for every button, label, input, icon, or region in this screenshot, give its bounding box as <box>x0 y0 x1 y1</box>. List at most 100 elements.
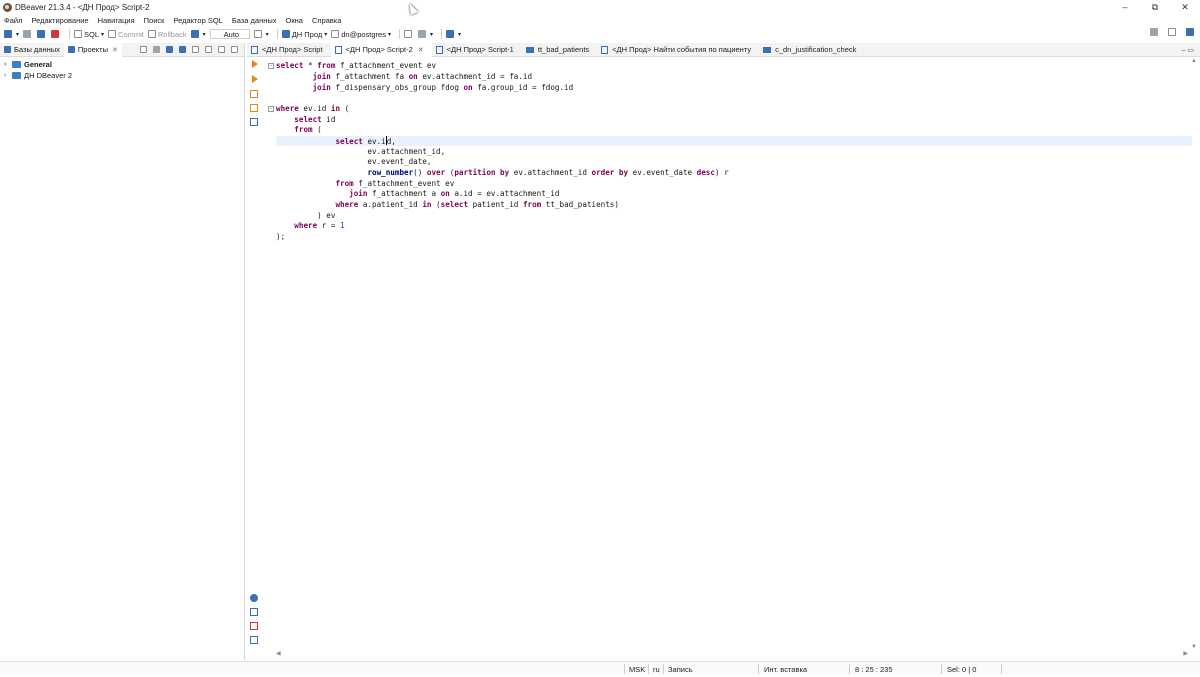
active-schema-selector[interactable]: dn@postgres ▾ <box>331 28 391 40</box>
menu-database[interactable]: База данных <box>232 16 277 25</box>
title-bar: DBeaver 21.3.4 - <ДН Прод> Script-2 – ⧉ … <box>0 0 1200 14</box>
scroll-left-icon[interactable]: ◀ <box>276 650 281 657</box>
tree-item-label: ДН DBeaver 2 <box>24 71 73 80</box>
tasks-button[interactable]: ▾ <box>417 28 433 40</box>
code-line: row_number() over (partition by ev.attac… <box>367 168 729 177</box>
tree-item-general[interactable]: › General <box>0 59 244 70</box>
sql-editor[interactable]: − − select * from f_attachment_event ev … <box>262 58 1192 648</box>
menu-navigate[interactable]: Навигация <box>98 16 135 25</box>
transaction-mode-button[interactable]: ▾ <box>190 28 206 40</box>
plug-icon <box>4 30 12 38</box>
sql-script-icon <box>435 45 443 54</box>
filter-icon[interactable] <box>192 46 199 53</box>
tab-label: <ДН Прод> Найти события по пациенту <box>612 45 752 54</box>
cloud-button[interactable] <box>403 28 414 40</box>
history-button[interactable]: ▾ <box>253 28 269 40</box>
tab-tt-bad-patients[interactable]: tt_bad_patients <box>522 43 597 57</box>
close-button[interactable]: ✕ <box>1170 0 1200 14</box>
minimize-panel-icon[interactable] <box>218 46 225 53</box>
export-icon[interactable] <box>250 608 258 616</box>
disconnect-all-button[interactable] <box>51 28 61 40</box>
scroll-right-icon[interactable]: ▶ <box>1183 650 1188 657</box>
chevron-down-icon: ▾ <box>101 31 105 38</box>
tab-script[interactable]: <ДН Прод> Script <box>247 43 331 57</box>
toolbar-separator <box>276 29 278 39</box>
maximize-panel-icon[interactable] <box>231 46 238 53</box>
editor-side-toolbar <box>249 60 261 132</box>
status-selection: Sel: 0 | 0 <box>947 664 977 674</box>
status-separator <box>1001 664 1002 674</box>
active-connection-label: ДН Прод <box>291 29 323 39</box>
expand-arrow-icon[interactable]: › <box>4 72 12 79</box>
execute-query-icon[interactable] <box>252 60 258 68</box>
new-connection-button[interactable]: ▾ <box>4 28 19 40</box>
code-line: from ( <box>294 125 322 134</box>
code-line: join f_dispensary_obs_group fdog on fa.g… <box>312 83 574 92</box>
menu-file[interactable]: Файл <box>4 16 22 25</box>
maximize-editor-icon[interactable]: ▭ <box>1187 47 1194 54</box>
rollback-button[interactable]: Rollback <box>147 28 187 40</box>
menu-edit[interactable]: Редактирование <box>31 16 88 25</box>
status-locale: ru <box>653 664 660 674</box>
close-icon[interactable]: ✕ <box>112 46 118 54</box>
tree-item-dn-dbeaver-2[interactable]: › ДН DBeaver 2 <box>0 70 244 81</box>
rollback-icon <box>147 30 156 38</box>
tab-find-patient-events[interactable]: <ДН Прод> Найти события по пациенту <box>597 43 759 57</box>
menu-bar: Файл Редактирование Навигация Поиск Реда… <box>0 14 350 26</box>
collapse-all-icon[interactable] <box>153 46 160 53</box>
fold-toggle-icon[interactable]: − <box>268 106 274 112</box>
editor-side-toolbar-bottom <box>250 594 260 650</box>
menu-help[interactable]: Справка <box>312 16 341 25</box>
vertical-scrollbar[interactable]: ▲ ▼ <box>1190 58 1198 650</box>
menu-sql-editor[interactable]: Редактор SQL <box>173 16 222 25</box>
project-tree: › General › ДН DBeaver 2 <box>0 57 244 81</box>
code-line: where a.patient_id in (select patient_id… <box>335 200 619 209</box>
menu-search[interactable]: Поиск <box>144 16 165 25</box>
reconnect-button[interactable] <box>37 28 47 40</box>
tab-projects[interactable]: Проекты ✕ <box>63 42 122 57</box>
sql-script-icon <box>601 45 609 54</box>
window-title: DBeaver 21.3.4 - <ДН Прод> Script-2 <box>15 2 150 12</box>
commit-button[interactable]: Commit <box>108 28 144 40</box>
history-icon <box>253 30 262 38</box>
maximize-button[interactable]: ⧉ <box>1140 0 1170 14</box>
table-icon <box>763 46 772 53</box>
create-project-icon[interactable] <box>140 46 147 53</box>
results-panel-icon[interactable] <box>250 622 258 630</box>
horizontal-scrollbar[interactable]: ◀ ▶ <box>272 650 1192 658</box>
toolbar-separator <box>69 29 71 39</box>
link-editor-icon[interactable] <box>166 46 173 53</box>
load-plan-icon[interactable] <box>250 118 258 126</box>
dbeaver-perspective-icon[interactable] <box>1186 28 1194 36</box>
active-connection-selector[interactable]: ДН Прод ▾ <box>281 28 327 40</box>
tab-c-dn-justification-check[interactable]: c_dn_justification_check <box>759 43 864 57</box>
scroll-up-icon[interactable]: ▲ <box>1190 58 1198 64</box>
disconnect-button[interactable] <box>23 28 33 40</box>
tasks-icon <box>417 30 426 38</box>
output-icon[interactable] <box>250 636 258 644</box>
code-line: ev.attachment_id, <box>276 147 446 156</box>
close-icon[interactable]: ✕ <box>418 46 424 54</box>
explain-plan-icon[interactable] <box>250 104 258 112</box>
expand-arrow-icon[interactable]: › <box>4 61 12 68</box>
minimize-button[interactable]: – <box>1110 0 1140 14</box>
gear-icon[interactable] <box>250 594 258 602</box>
execute-script-icon[interactable] <box>250 90 258 98</box>
search-dropdown-button[interactable]: ▾ <box>446 28 461 40</box>
transaction-mode-field[interactable]: Auto <box>209 29 250 39</box>
global-search-icon[interactable] <box>1150 28 1158 36</box>
perspective-icon[interactable] <box>1168 28 1176 36</box>
chevron-down-icon: ▾ <box>16 31 20 38</box>
tab-databases[interactable]: Базы данных <box>0 43 64 57</box>
code-line: where ev.id in ( <box>276 104 350 113</box>
tab-script-1[interactable]: <ДН Прод> Script-1 <box>432 43 522 57</box>
status-bar: MSK ru Запись Инт. вставка 8 : 25 : 235 … <box>0 661 1200 675</box>
configure-icon[interactable] <box>179 46 186 53</box>
execute-in-new-tab-icon[interactable] <box>252 75 258 83</box>
view-menu-icon[interactable] <box>205 46 212 53</box>
minimize-editor-icon[interactable]: – <box>1182 47 1186 54</box>
sql-editor-button[interactable]: SQL ▾ <box>74 28 104 40</box>
tab-script-2[interactable]: <ДН Прод> Script-2 ✕ <box>330 42 432 57</box>
fold-toggle-icon[interactable]: − <box>268 63 274 69</box>
menu-window[interactable]: Окна <box>286 16 303 25</box>
